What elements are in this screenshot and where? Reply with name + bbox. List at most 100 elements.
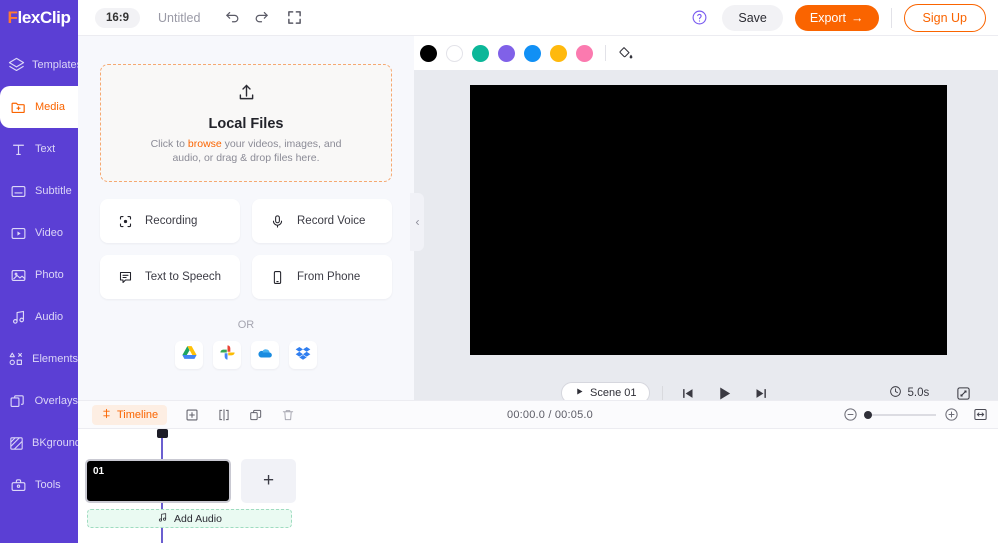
swatch-amber[interactable] <box>550 44 567 62</box>
sidebar-label: Video <box>35 227 63 239</box>
split-icon[interactable] <box>217 408 231 422</box>
swatch-purple[interactable] <box>498 44 515 62</box>
sidebar-label: Overlays <box>34 395 78 407</box>
dropbox-button[interactable] <box>289 341 317 369</box>
aspect-ratio-selector[interactable]: 16:9 <box>95 7 141 28</box>
speech-bubble-icon <box>117 269 133 285</box>
add-scene-button[interactable]: + <box>241 459 296 503</box>
swatch-divider <box>605 45 606 61</box>
google-photos-button[interactable] <box>213 341 241 369</box>
sidebar-item-bkground[interactable]: BKground <box>0 422 81 464</box>
arrow-right-icon: → <box>851 10 864 25</box>
sidebar-item-media[interactable]: Media <box>0 86 78 128</box>
music-note-icon <box>157 512 168 526</box>
delete-icon[interactable] <box>281 408 295 422</box>
screen-record-icon <box>117 213 133 229</box>
swatch-blue[interactable] <box>524 44 541 62</box>
background-icon <box>8 433 25 453</box>
or-separator-label: OR <box>237 319 255 331</box>
sidebar-item-subtitle[interactable]: Subtitle <box>0 170 78 212</box>
dropzone-sub-prefix: Click to <box>150 137 188 150</box>
skip-next-icon[interactable] <box>754 386 769 401</box>
dropzone-subtitle: Click to browse your videos, images, and… <box>151 137 342 165</box>
toolbox-icon <box>8 475 28 495</box>
text-to-speech-button[interactable]: Text to Speech <box>100 255 240 299</box>
left-sidebar: Templates Media Text Subtitle Video Phot… <box>0 36 82 543</box>
expand-icon[interactable] <box>956 386 971 401</box>
sidebar-label: Text <box>35 143 56 155</box>
record-voice-button[interactable]: Record Voice <box>252 199 392 243</box>
sidebar-item-audio[interactable]: Audio <box>0 296 78 338</box>
scene-clip-01[interactable]: 01 <box>85 459 231 503</box>
sidebar-item-tools[interactable]: Tools <box>0 464 78 506</box>
clock-icon <box>889 385 902 401</box>
action-label: Text to Speech <box>145 271 222 283</box>
flexclip-logo[interactable]: FlexClip <box>0 0 78 36</box>
sidebar-label: BKground <box>32 437 81 449</box>
sidebar-label: Audio <box>35 311 64 323</box>
skip-previous-icon[interactable] <box>680 386 695 401</box>
browse-link[interactable]: browse <box>188 138 222 150</box>
zoom-slider-knob[interactable] <box>864 410 872 419</box>
redo-icon[interactable] <box>253 9 270 26</box>
sidebar-label: Subtitle <box>35 185 72 197</box>
photo-icon <box>8 265 28 285</box>
google-photos-icon <box>219 344 236 366</box>
google-drive-button[interactable] <box>175 341 203 369</box>
undo-icon[interactable] <box>224 9 241 26</box>
color-swatch-toolbar <box>414 36 998 70</box>
timeline-chip-label: Timeline <box>117 408 159 421</box>
sidebar-label: Media <box>35 101 65 113</box>
player-divider <box>662 385 664 401</box>
paint-bucket-icon[interactable] <box>618 45 634 61</box>
sidebar-item-photo[interactable]: Photo <box>0 254 78 296</box>
play-icon[interactable] <box>716 385 733 402</box>
zoom-out-icon[interactable] <box>843 407 858 422</box>
play-small-icon <box>575 387 584 399</box>
sidebar-item-elements[interactable]: Elements <box>0 338 78 380</box>
media-panel: Local Files Click to browse your videos,… <box>78 36 414 400</box>
upload-arrow-icon <box>236 82 257 108</box>
swatch-black[interactable] <box>420 44 437 62</box>
sidebar-item-video[interactable]: Video <box>0 212 78 254</box>
dropbox-icon <box>295 345 311 366</box>
timeline-tracks: 01 + Add Audio <box>78 429 998 543</box>
add-icon[interactable] <box>185 408 199 422</box>
sidebar-item-overlays[interactable]: Overlays <box>0 380 78 422</box>
dropzone-sub-rest: your videos, images, and <box>221 137 342 150</box>
signup-button[interactable]: Sign Up <box>903 3 986 32</box>
zoom-slider[interactable] <box>864 410 936 419</box>
google-drive-icon <box>181 344 198 366</box>
duration-display: 5.0s <box>889 385 929 401</box>
scene-row: 01 + <box>85 459 296 503</box>
sidebar-item-templates[interactable]: Templates <box>0 44 82 86</box>
dropzone-title: Local Files <box>208 115 284 132</box>
export-button[interactable]: Export → <box>794 4 879 31</box>
playhead-handle[interactable] <box>157 429 168 438</box>
video-preview-stage[interactable] <box>470 85 947 355</box>
add-audio-label: Add Audio <box>174 512 222 525</box>
overlays-icon <box>8 391 28 411</box>
cloud-services-row <box>100 341 392 369</box>
save-button[interactable]: Save <box>722 4 783 31</box>
local-files-dropzone[interactable]: Local Files Click to browse your videos,… <box>100 64 392 182</box>
add-audio-track[interactable]: Add Audio <box>87 509 292 528</box>
duplicate-icon[interactable] <box>249 408 263 422</box>
zoom-in-icon[interactable] <box>944 407 959 422</box>
action-label: From Phone <box>297 271 361 283</box>
swatch-teal[interactable] <box>472 44 489 62</box>
help-circle-icon[interactable] <box>691 9 708 26</box>
swatch-pink[interactable] <box>576 44 593 62</box>
timeline-chip[interactable]: Timeline <box>92 404 168 425</box>
fit-to-screen-icon[interactable] <box>973 407 988 422</box>
sidebar-item-text[interactable]: Text <box>0 128 78 170</box>
onedrive-button[interactable] <box>251 341 279 369</box>
panel-collapse-handle[interactable] <box>410 193 424 251</box>
from-phone-button[interactable]: From Phone <box>252 255 392 299</box>
swatch-white[interactable] <box>446 44 463 62</box>
project-title[interactable]: Untitled <box>158 11 200 25</box>
fullscreen-icon[interactable] <box>287 10 302 25</box>
recording-button[interactable]: Recording <box>100 199 240 243</box>
media-folder-icon <box>8 97 28 117</box>
phone-icon <box>269 269 285 285</box>
